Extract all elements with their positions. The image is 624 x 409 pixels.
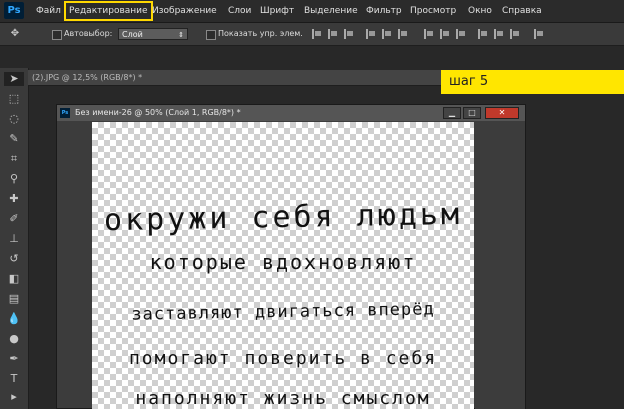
align-hcenter-icon[interactable] [382, 29, 392, 39]
align-left-icon[interactable] [366, 29, 376, 39]
lasso-tool-icon[interactable]: ◌ [7, 112, 21, 126]
menu-image[interactable]: Изображение [152, 0, 217, 22]
menu-type[interactable]: Шрифт [260, 0, 294, 22]
close-button[interactable]: ✕ [485, 107, 519, 119]
auto-align-icon[interactable] [534, 29, 544, 39]
minimize-button[interactable]: ▁ [443, 107, 461, 119]
autoselect-value: Слой [122, 30, 143, 39]
healing-brush-icon[interactable]: ✚ [7, 192, 21, 206]
distribute-vcenter-icon[interactable] [440, 29, 450, 39]
pen-tool-icon[interactable]: ✒ [7, 352, 21, 366]
chevron-updown-icon: ⇕ [178, 31, 184, 39]
dodge-tool-icon[interactable]: ● [7, 332, 21, 346]
show-transform-controls-checkbox[interactable] [206, 30, 216, 40]
handwritten-line-4: помогают поверить в себя [128, 348, 438, 369]
align-bottom-icon[interactable] [344, 29, 354, 39]
handwritten-line-3: заставляют двигаться вперёд [131, 299, 435, 325]
document-canvas[interactable]: окружи себя людьм которые вдохновляют за… [92, 122, 474, 409]
distribute-bottom-icon[interactable] [456, 29, 466, 39]
document-title: Без имени-26 @ 50% (Слой 1, RGB/8*) * [75, 108, 241, 117]
menu-filter[interactable]: Фильтр [366, 0, 402, 22]
menu-view[interactable]: Просмотр [410, 0, 456, 22]
menu-select[interactable]: Выделение [304, 0, 358, 22]
brush-tool-icon[interactable]: ✐ [7, 212, 21, 226]
document-window: Ps Без имени-26 @ 50% (Слой 1, RGB/8*) *… [56, 104, 526, 409]
distribute-top-icon[interactable] [424, 29, 434, 39]
path-select-tool-icon[interactable]: ▸ [7, 390, 21, 404]
eyedropper-tool-icon[interactable]: ⚲ [7, 172, 21, 186]
handwritten-line-2: которые вдохновляют [149, 250, 417, 274]
menu-help[interactable]: Справка [502, 0, 542, 22]
menu-layers[interactable]: Слои [228, 0, 251, 22]
distribute-hcenter-icon[interactable] [494, 29, 504, 39]
menu-window[interactable]: Окно [468, 0, 492, 22]
gradient-tool-icon[interactable]: ▤ [7, 292, 21, 306]
clone-stamp-icon[interactable]: ⊥ [7, 232, 21, 246]
history-brush-icon[interactable]: ↺ [7, 252, 21, 266]
menu-file[interactable]: Файл [36, 0, 61, 22]
options-bar: ✥ Автовыбор: Слой ⇕ Показать упр. элем. [0, 23, 624, 46]
document-ps-icon: Ps [60, 108, 70, 118]
tools-panel: ➤ ⬚ ◌ ✎ ⌗ ⚲ ✚ ✐ ⊥ ↺ ◧ ▤ 💧 ● ✒ T ▸ [0, 68, 29, 409]
photoshop-logo-icon: Ps [4, 2, 24, 19]
align-top-icon[interactable] [312, 29, 322, 39]
distribute-left-icon[interactable] [478, 29, 488, 39]
autoselect-dropdown[interactable]: Слой ⇕ [118, 28, 188, 40]
eraser-tool-icon[interactable]: ◧ [7, 272, 21, 286]
autoselect-label: Автовыбор: [64, 29, 113, 38]
autoselect-checkbox[interactable] [52, 30, 62, 40]
align-right-icon[interactable] [398, 29, 408, 39]
move-tool-icon[interactable]: ➤ [4, 72, 24, 86]
menu-bar: Ps Файл Редактирование Изображение Слои … [0, 0, 624, 23]
crop-tool-icon[interactable]: ⌗ [7, 152, 21, 166]
handwritten-line-1: окружи себя людьм [103, 196, 463, 239]
distribute-right-icon[interactable] [510, 29, 520, 39]
canvas-side-area [475, 122, 525, 409]
quick-select-tool-icon[interactable]: ✎ [7, 132, 21, 146]
step-label: шаг 5 [441, 70, 624, 94]
handwritten-line-5: наполняют жизнь смыслом [135, 388, 431, 409]
maximize-button[interactable]: □ [463, 107, 481, 119]
move-tool-preset-icon[interactable]: ✥ [8, 27, 22, 41]
menu-edit[interactable]: Редактирование [64, 1, 153, 21]
type-tool-icon[interactable]: T [7, 372, 21, 386]
align-vcenter-icon[interactable] [328, 29, 338, 39]
show-transform-controls-label: Показать упр. элем. [218, 29, 303, 38]
marquee-tool-icon[interactable]: ⬚ [7, 92, 21, 106]
blur-tool-icon[interactable]: 💧 [7, 312, 21, 326]
